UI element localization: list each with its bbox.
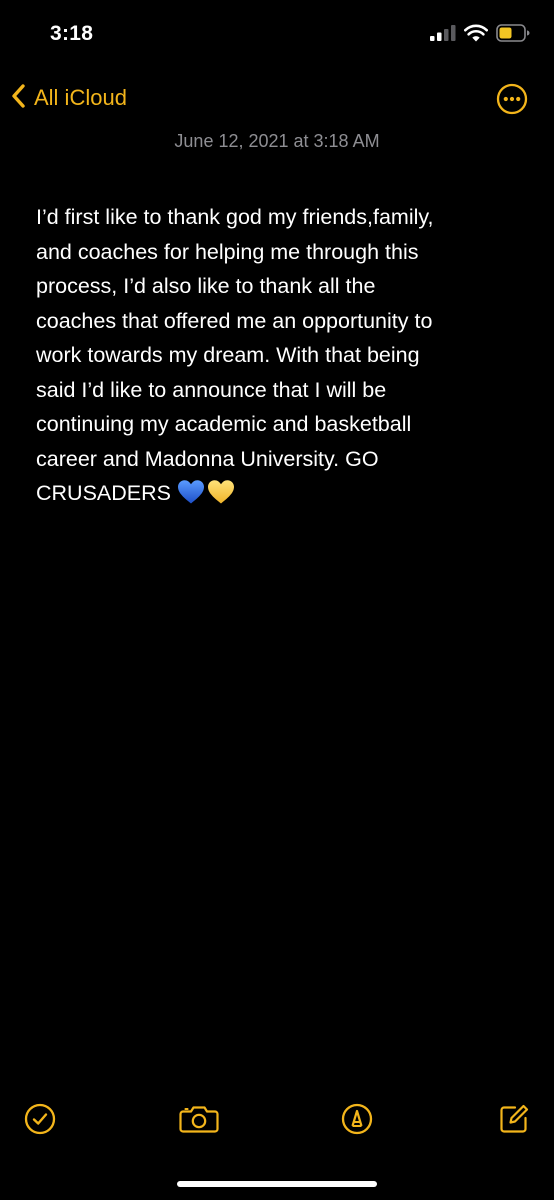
- camera-button[interactable]: [176, 1098, 222, 1144]
- heart-emojis: [177, 479, 235, 516]
- blue-heart-icon: [177, 480, 205, 510]
- note-body[interactable]: I’d first like to thank god my friends,f…: [36, 200, 516, 516]
- compose-icon: [498, 1103, 530, 1140]
- markup-pen-icon: [341, 1103, 373, 1140]
- battery-icon: [496, 23, 530, 47]
- ellipsis-circle-icon: [496, 83, 528, 119]
- chevron-left-icon: [10, 82, 28, 115]
- home-indicator[interactable]: [177, 1181, 377, 1187]
- camera-icon: [179, 1104, 219, 1139]
- nav-bar: All iCloud: [0, 74, 554, 124]
- status-time: 3:18: [50, 22, 94, 45]
- checklist-button[interactable]: [17, 1098, 63, 1144]
- status-icons: [430, 23, 530, 47]
- more-options-button[interactable]: [496, 83, 528, 115]
- cellular-signal-icon: [430, 24, 456, 46]
- back-button[interactable]: All iCloud: [10, 80, 127, 116]
- bottom-toolbar: [0, 1098, 554, 1144]
- back-label: All iCloud: [34, 85, 127, 110]
- markup-button[interactable]: [334, 1098, 380, 1144]
- compose-button[interactable]: [491, 1098, 537, 1144]
- wifi-icon: [464, 24, 488, 47]
- note-text: I’d first like to thank god my friends,f…: [36, 205, 434, 505]
- yellow-heart-icon: [207, 480, 235, 510]
- note-date: June 12, 2021 at 3:18 AM: [174, 131, 380, 151]
- status-bar: 3:18: [0, 0, 554, 70]
- checklist-icon: [24, 1103, 56, 1140]
